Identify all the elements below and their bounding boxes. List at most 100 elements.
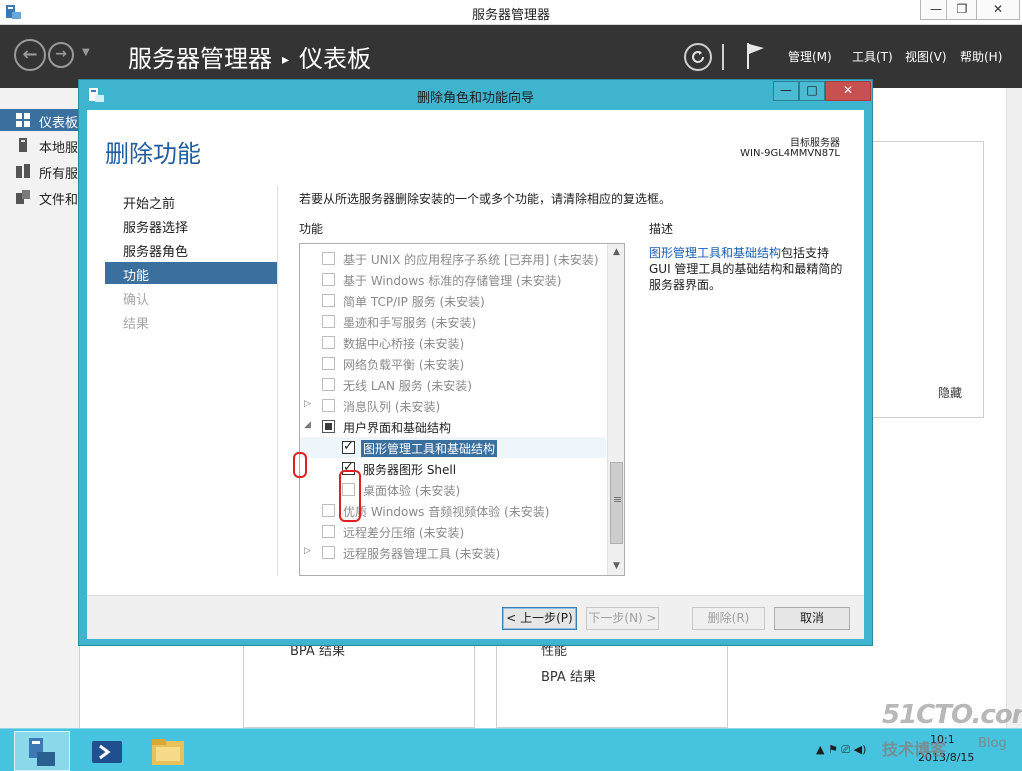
feature-label: 桌面体验 (未安装)	[363, 484, 461, 498]
file-explorer-taskbar-icon[interactable]	[140, 731, 196, 771]
feature-label: 用户界面和基础结构	[343, 421, 452, 435]
refresh-icon[interactable]	[684, 43, 712, 71]
expand-arrow-icon[interactable]: ▷	[304, 546, 312, 556]
scroll-thumb[interactable]	[610, 462, 623, 544]
feature-item[interactable]: ◢ 用户界面和基础结构	[300, 416, 606, 437]
step-confirmation: 确认	[105, 286, 277, 308]
feature-checkbox[interactable]	[322, 525, 335, 538]
step-server-selection[interactable]: 服务器选择	[105, 214, 277, 236]
window-titlebar: 服务器管理器 — ❐ ✕	[0, 0, 1022, 25]
feature-item[interactable]: ▷ 消息队列 (未安装)	[300, 395, 606, 416]
dashboard-icon	[16, 113, 30, 127]
feature-checkbox[interactable]	[322, 546, 335, 559]
wizard-title: 删除角色和功能向导	[416, 91, 534, 106]
remove-button: 删除(R)	[692, 607, 765, 630]
feature-checkbox[interactable]	[322, 399, 335, 412]
description-link[interactable]: 图形管理工具和基础结构	[649, 246, 781, 260]
feature-label: 基于 Windows 标准的存储管理 (未安装)	[343, 274, 562, 288]
annotation-circle	[339, 470, 361, 522]
feature-label: 网络负载平衡 (未安装)	[343, 358, 465, 372]
notifications-flag-icon[interactable]	[744, 41, 768, 71]
menu-help[interactable]: 帮助(H)	[960, 48, 1002, 65]
feature-label: 服务器图形 Shell	[363, 463, 457, 477]
step-label: 结果	[123, 317, 150, 332]
step-server-roles[interactable]: 服务器角色	[105, 238, 277, 260]
feature-item[interactable]: 网络负载平衡 (未安装)	[300, 353, 606, 374]
step-label: 服务器选择	[123, 221, 189, 236]
hide-link[interactable]: 隐藏	[938, 384, 962, 401]
next-button: 下一步(N) >	[586, 607, 659, 630]
maximize-button[interactable]: ❐	[946, 0, 978, 20]
feature-checkbox[interactable]	[342, 439, 355, 454]
bpa-results-link[interactable]: BPA 结果	[541, 666, 596, 685]
features-heading: 功能	[299, 222, 324, 236]
feature-checkbox[interactable]	[322, 315, 335, 328]
step-before-you-begin[interactable]: 开始之前	[105, 190, 277, 212]
feature-checkbox[interactable]	[322, 336, 335, 349]
menu-manage[interactable]: 管理(M)	[788, 48, 832, 65]
feature-label: 优质 Windows 音频视频体验 (未安装)	[343, 505, 550, 519]
sidebar-item-all-servers[interactable]: 所有服务器	[0, 160, 104, 182]
powershell-taskbar-icon[interactable]	[80, 731, 136, 771]
sidebar-item-label: 仪表板	[39, 116, 79, 131]
step-label: 服务器角色	[123, 245, 189, 260]
feature-checkbox[interactable]	[322, 273, 335, 286]
feature-label: 简单 TCP/IP 服务 (未安装)	[343, 295, 485, 309]
breadcrumb-root[interactable]: 服务器管理器	[128, 45, 272, 73]
feature-label: 基于 UNIX 的应用程序子系统 [已弃用] (未安装)	[343, 253, 599, 267]
watermark-blog: Blog	[978, 736, 1007, 751]
collapse-arrow-icon[interactable]: ◢	[304, 420, 312, 430]
feature-checkbox[interactable]	[322, 378, 335, 391]
sidebar: 仪表板 本地服务器 所有服务器 文件和存储服务	[0, 88, 130, 728]
feature-label: 无线 LAN 服务 (未安装)	[343, 379, 472, 393]
back-arrow-icon[interactable]: ←	[14, 39, 46, 71]
feature-checkbox[interactable]	[322, 357, 335, 370]
feature-item[interactable]: 无线 LAN 服务 (未安装)	[300, 374, 606, 395]
main-scrollbar[interactable]	[1006, 88, 1022, 728]
feature-checkbox[interactable]	[322, 420, 335, 433]
feature-item[interactable]: 墨迹和手写服务 (未安装)	[300, 311, 606, 332]
features-tree-list[interactable]: 基于 UNIX 的应用程序子系统 [已弃用] (未安装) 基于 Windows 标…	[299, 243, 625, 576]
wizard-minimize-button[interactable]: —	[773, 81, 799, 101]
wizard-close-button[interactable]: ✕	[825, 81, 871, 101]
server-manager-taskbar-icon[interactable]	[14, 731, 70, 771]
feature-label: 数据中心桥接 (未安装)	[343, 337, 465, 351]
all-servers-icon	[16, 164, 30, 178]
feature-item[interactable]: 数据中心桥接 (未安装)	[300, 332, 606, 353]
scroll-down-icon[interactable]: ▼	[608, 558, 624, 575]
previous-button[interactable]: < 上一步(P)	[502, 607, 577, 630]
feature-item[interactable]: 基于 UNIX 的应用程序子系统 [已弃用] (未安装)	[300, 248, 606, 269]
expand-arrow-icon[interactable]: ▷	[304, 399, 312, 409]
watermark-logo: 51CTO.com	[882, 700, 1022, 730]
menu-view[interactable]: 视图(V)	[905, 48, 947, 65]
feature-checkbox[interactable]	[322, 504, 335, 517]
sidebar-item-local-server[interactable]: 本地服务器	[0, 134, 104, 156]
feature-item[interactable]: 远程差分压缩 (未安装)	[300, 521, 606, 542]
feature-label: 消息队列 (未安装)	[343, 400, 441, 414]
feature-checkbox[interactable]	[322, 252, 335, 265]
feature-label: 墨迹和手写服务 (未安装)	[343, 316, 477, 330]
menu-tools[interactable]: 工具(T)	[852, 48, 893, 65]
feature-item[interactable]: 简单 TCP/IP 服务 (未安装)	[300, 290, 606, 311]
feature-label: 远程差分压缩 (未安装)	[343, 526, 465, 540]
system-tray-icons[interactable]: ▲ ⚑ ⎚ ◀)	[816, 743, 866, 757]
sidebar-item-file-storage[interactable]: 文件和存储服务	[0, 186, 130, 208]
feature-checkbox[interactable]	[322, 294, 335, 307]
history-dropdown-icon[interactable]: ▼	[82, 47, 90, 58]
close-button[interactable]: ✕	[976, 0, 1020, 20]
dashboard-panel	[872, 141, 984, 418]
step-features[interactable]: 功能	[105, 262, 277, 284]
dashboard-tile	[496, 640, 728, 728]
sidebar-item-dashboard[interactable]: 仪表板	[0, 109, 80, 131]
forward-arrow-icon[interactable]: →	[48, 42, 74, 68]
wizard-maximize-button[interactable]: □	[799, 81, 825, 101]
cancel-button[interactable]: 取消	[774, 607, 850, 630]
scroll-up-icon[interactable]: ▲	[608, 244, 624, 261]
window-title: 服务器管理器	[471, 8, 550, 23]
feature-item[interactable]: 基于 Windows 标准的存储管理 (未安装)	[300, 269, 606, 290]
features-scrollbar[interactable]: ▲ ▼	[607, 244, 624, 575]
target-server-name: WIN-9GL4MMVN87L	[740, 148, 840, 159]
feature-item[interactable]: ▷ 远程服务器管理工具 (未安装)	[300, 542, 606, 563]
feature-item[interactable]: 图形管理工具和基础结构	[300, 437, 606, 458]
description-text: 图形管理工具和基础结构包括支持 GUI 管理工具的基础结构和最精简的服务器界面。	[649, 245, 849, 293]
